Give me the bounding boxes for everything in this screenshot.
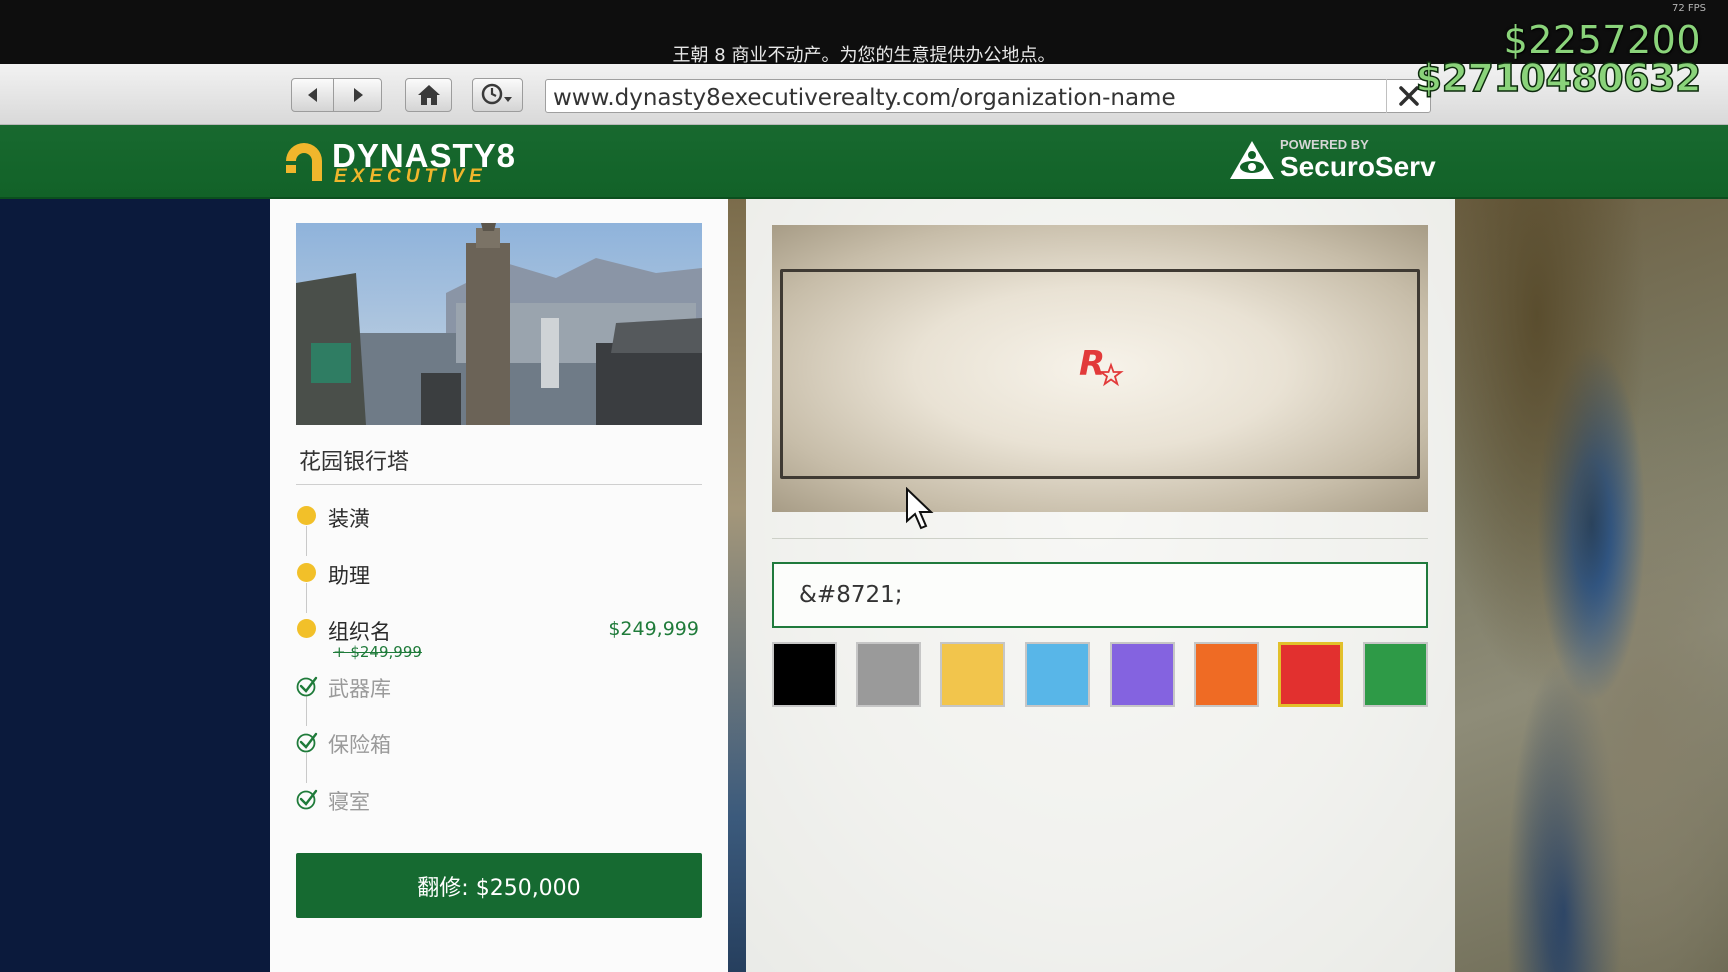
step-price: $249,999 <box>608 618 699 640</box>
color-swatch[interactable] <box>940 642 1005 707</box>
step-connector <box>306 583 307 613</box>
color-swatch[interactable] <box>1025 642 1090 707</box>
step-connector <box>306 753 307 783</box>
url-text: www.dynasty8executiverealty.com/organiza… <box>553 85 1176 111</box>
home-button[interactable] <box>405 78 452 112</box>
forward-button[interactable] <box>333 78 382 112</box>
step-dot-icon <box>297 563 316 582</box>
organization-name-input[interactable]: &#8721; <box>772 562 1428 628</box>
center-edge-background <box>728 199 746 972</box>
site-header <box>0 125 1728 199</box>
step-sub-price: + $249,999 <box>333 643 422 661</box>
step-dot-icon <box>297 506 316 525</box>
securoserv-logo: POWERED BY SecuroServ <box>1228 137 1438 185</box>
property-image <box>296 223 702 425</box>
color-swatch[interactable] <box>1278 642 1343 707</box>
property-name: 花园银行塔 <box>299 450 410 475</box>
mouse-cursor-icon <box>906 487 934 530</box>
rockstar-loading-icon: R <box>1079 345 1124 387</box>
securoserv-eye-icon <box>1230 141 1274 179</box>
step-connector <box>306 696 307 726</box>
map-background <box>1455 199 1728 972</box>
step-organization-name[interactable]: 组织名 <box>328 616 391 646</box>
powered-by-label: POWERED BY <box>1280 137 1369 152</box>
step-safe[interactable]: 保险箱 <box>328 729 391 759</box>
svg-text:R: R <box>1079 345 1105 384</box>
divider <box>772 538 1428 539</box>
dynasty8-emblem-icon <box>286 143 322 181</box>
left-background <box>0 199 270 972</box>
organization-name-value: &#8721; <box>799 582 903 608</box>
checkmark-icon <box>296 789 318 810</box>
step-armory[interactable]: 武器库 <box>328 673 391 703</box>
logo-sub-text: EXECUTIVE <box>334 166 487 187</box>
color-swatch[interactable] <box>856 642 921 707</box>
home-icon <box>417 85 440 105</box>
forward-arrow-icon <box>353 88 363 102</box>
divider <box>296 484 702 485</box>
checkmark-icon <box>296 732 318 753</box>
securoserv-label: SecuroServ <box>1280 151 1436 182</box>
color-swatch[interactable] <box>1194 642 1259 707</box>
step-bedroom[interactable]: 寝室 <box>328 786 370 816</box>
dynasty8-logo[interactable]: DYNASTY8 EXECUTIVE <box>282 137 515 187</box>
step-decor[interactable]: 装潢 <box>328 503 370 533</box>
clock-icon <box>481 83 512 105</box>
step-dot-icon <box>297 619 316 638</box>
url-bar[interactable]: www.dynasty8executiverealty.com/organiza… <box>545 79 1431 113</box>
sign-preview: R <box>772 225 1428 512</box>
back-button[interactable] <box>291 78 334 112</box>
step-connector <box>306 526 307 556</box>
back-arrow-icon <box>307 88 317 102</box>
checkmark-icon <box>296 676 318 697</box>
color-swatch[interactable] <box>1110 642 1175 707</box>
fps-counter: 72 FPS <box>1671 3 1706 14</box>
color-swatch[interactable] <box>1363 642 1428 707</box>
history-button[interactable] <box>472 78 523 112</box>
step-assistant[interactable]: 助理 <box>328 560 370 590</box>
renovate-button[interactable]: 翻修: $250,000 <box>296 853 702 918</box>
bank-amount: $2710480632 <box>1415 55 1702 101</box>
color-swatch[interactable] <box>772 642 837 707</box>
